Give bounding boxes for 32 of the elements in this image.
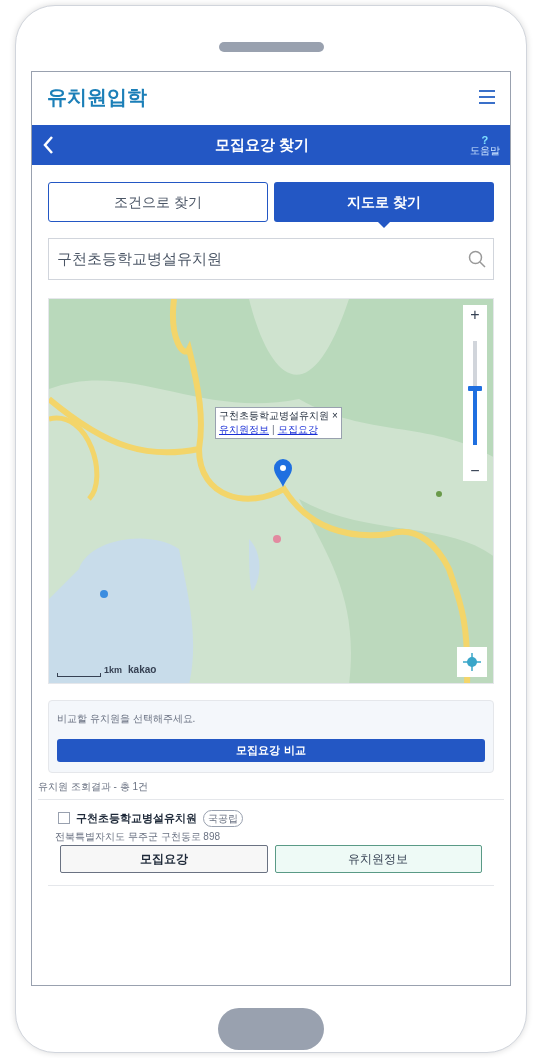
back-icon[interactable] <box>42 135 54 155</box>
zoom-out-button[interactable]: − <box>470 463 480 479</box>
crosshair-icon <box>462 652 482 672</box>
compare-button[interactable]: 모집요강 비교 <box>57 738 485 762</box>
location-pin-icon[interactable] <box>274 459 292 487</box>
map-attribution: kakao <box>128 663 157 677</box>
help-button[interactable]: ? 도움말 <box>470 134 500 156</box>
scale-label: 1km <box>104 663 122 677</box>
popup-link[interactable]: 모집요강 <box>277 423 318 437</box>
popup-title: 구천초등학교병설유치원 <box>219 409 329 423</box>
home-button[interactable] <box>218 1008 324 1050</box>
app-title: 유치원입학 <box>47 85 147 110</box>
popup-link[interactable]: 유치원정보 <box>219 423 269 437</box>
tab[interactable]: 조건으로 찾기 <box>48 182 268 222</box>
close-button[interactable]: × <box>332 411 338 421</box>
action-button[interactable]: 유치원정보 <box>274 844 482 873</box>
action-button[interactable]: 모집요강 <box>60 844 268 873</box>
page-title: 모집요강 찾기 <box>214 134 310 155</box>
scale-bar <box>57 673 101 677</box>
compare-hint: 비교할 유치원을 선택해주세요. <box>57 712 197 726</box>
checkbox[interactable] <box>58 812 70 825</box>
locate-button[interactable] <box>457 647 487 677</box>
menu-icon[interactable] <box>479 90 495 104</box>
search-field[interactable]: 구천초등학교병설유치원 <box>48 238 494 280</box>
result-summary: 유치원 조회결과 - 총 1건 <box>38 778 504 800</box>
kindergarten-name: 구천초등학교병설유치원 <box>76 811 197 826</box>
zoom-in-button[interactable]: + <box>470 307 480 323</box>
link-separator: | <box>272 423 275 437</box>
search-icon[interactable] <box>468 250 486 268</box>
tab-pointer <box>378 222 390 228</box>
tab[interactable]: 지도로 찾기 <box>274 182 494 222</box>
address-text: 전북특별자치도 무주군 구천동로 898 <box>54 829 222 844</box>
